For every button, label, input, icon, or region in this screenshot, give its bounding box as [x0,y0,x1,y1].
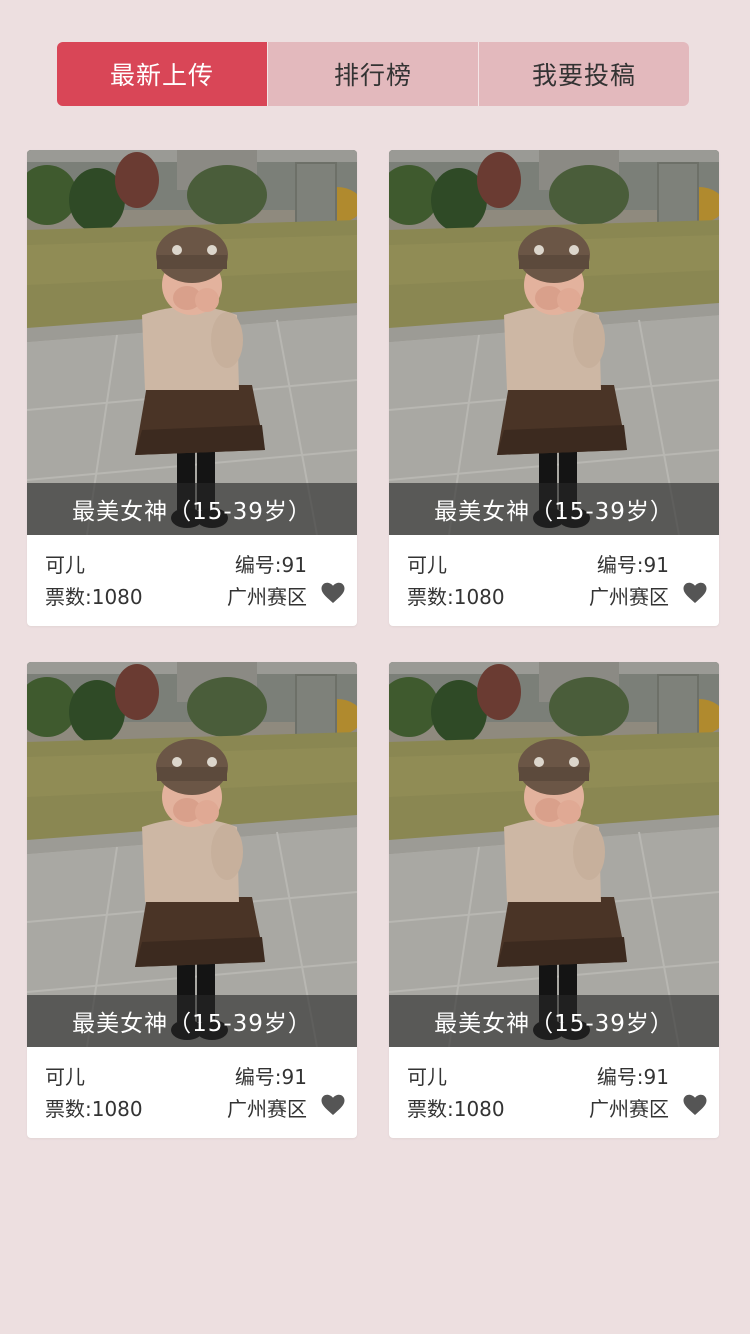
tab-bar: 最新上传 排行榜 我要投稿 [57,42,689,106]
entry-name: 可儿 [45,1065,85,1089]
entry-number: 编号:91 [596,553,669,577]
tab-leaderboard[interactable]: 排行榜 [268,42,479,106]
tab-latest-upload[interactable]: 最新上传 [57,42,268,106]
tab-submit[interactable]: 我要投稿 [479,42,689,106]
entry-votes: 票数:1080 [45,585,143,609]
entry-card[interactable]: 最美女神（15-39岁） 可儿 编号:91 票数:1080 广州赛区 [389,662,719,1138]
entry-region: 广州赛区 [227,585,307,609]
contestant-photo [389,150,719,535]
entry-photo[interactable]: 最美女神（15-39岁） [389,150,719,535]
entry-category-caption: 最美女神（15-39岁） [27,995,357,1047]
entry-photo[interactable]: 最美女神（15-39岁） [389,662,719,1047]
entry-category-caption: 最美女神（15-39岁） [27,483,357,535]
entry-category-caption: 最美女神（15-39岁） [389,483,719,535]
entry-info: 可儿 编号:91 票数:1080 广州赛区 [389,535,719,626]
entry-name: 可儿 [45,553,85,577]
entry-number: 编号:91 [234,1065,307,1089]
entry-region: 广州赛区 [227,1097,307,1121]
contestant-photo [27,150,357,535]
entry-votes: 票数:1080 [407,585,505,609]
entry-votes: 票数:1080 [45,1097,143,1121]
entry-photo[interactable]: 最美女神（15-39岁） [27,150,357,535]
entry-category-caption: 最美女神（15-39岁） [389,995,719,1047]
entry-number: 编号:91 [234,553,307,577]
entry-number: 编号:91 [596,1065,669,1089]
contestant-photo [389,662,719,1047]
entry-name: 可儿 [407,553,447,577]
entry-info: 可儿 编号:91 票数:1080 广州赛区 [27,535,357,626]
entry-info: 可儿 编号:91 票数:1080 广州赛区 [389,1047,719,1138]
entry-region: 广州赛区 [589,1097,669,1121]
entry-photo[interactable]: 最美女神（15-39岁） [27,662,357,1047]
entry-card[interactable]: 最美女神（15-39岁） 可儿 编号:91 票数:1080 广州赛区 [27,662,357,1138]
heart-icon[interactable] [683,582,707,604]
entry-card[interactable]: 最美女神（15-39岁） 可儿 编号:91 票数:1080 广州赛区 [389,150,719,626]
heart-icon[interactable] [321,582,345,604]
contestant-photo [27,662,357,1047]
entry-name: 可儿 [407,1065,447,1089]
heart-icon[interactable] [683,1094,707,1116]
entry-votes: 票数:1080 [407,1097,505,1121]
entry-info: 可儿 编号:91 票数:1080 广州赛区 [27,1047,357,1138]
entry-region: 广州赛区 [589,585,669,609]
heart-icon[interactable] [321,1094,345,1116]
entry-card[interactable]: 最美女神（15-39岁） 可儿 编号:91 票数:1080 广州赛区 [27,150,357,626]
